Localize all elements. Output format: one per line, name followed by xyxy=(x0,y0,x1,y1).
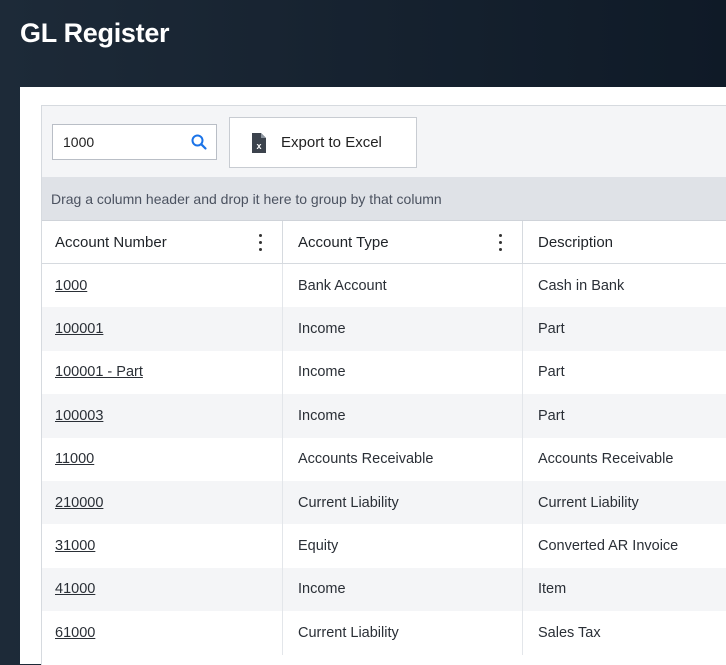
table-row[interactable]: 31000 Equity Converted AR Invoice xyxy=(42,524,726,568)
column-header-label: Description xyxy=(538,234,614,251)
account-number-cell: 100001 xyxy=(42,307,283,351)
table-row[interactable]: 11000 Accounts Receivable Accounts Recei… xyxy=(42,437,726,481)
group-by-hint: Drag a column header and drop it here to… xyxy=(51,190,442,207)
account-number-link[interactable]: 31000 xyxy=(55,538,95,554)
column-header-description[interactable]: Description xyxy=(523,221,726,264)
description-cell: Sales Tax xyxy=(538,624,601,641)
table-row[interactable]: 100001 - Part Income Part xyxy=(42,350,726,395)
column-header-label: Account Number xyxy=(55,234,167,251)
account-type-cell: Equity xyxy=(283,524,523,568)
grid-toolbar: x Export to Excel xyxy=(42,106,726,178)
account-number-cell: 1000 xyxy=(42,264,283,308)
description-cell: Part xyxy=(538,321,565,338)
search-box[interactable] xyxy=(52,124,217,160)
content-area: x Export to Excel Drag a column header a… xyxy=(20,87,726,665)
account-type-cell: Bank Account xyxy=(283,264,523,308)
table-row[interactable]: 1000 Bank Account Cash in Bank xyxy=(42,264,726,308)
account-type-cell: Income xyxy=(283,394,523,438)
column-menu-icon[interactable] xyxy=(258,234,262,251)
account-type-cell: Accounts Receivable xyxy=(283,437,523,481)
account-number-cell: 100003 xyxy=(42,394,283,438)
table-row[interactable]: 100003 Income Part xyxy=(42,394,726,438)
export-to-excel-button[interactable]: x Export to Excel xyxy=(229,117,417,168)
table-header-row: Account Number Account Type Description xyxy=(42,221,726,264)
description-cell: Accounts Receivable xyxy=(538,451,674,468)
account-number-cell: 100001 - Part xyxy=(42,350,283,395)
gl-register-table: Account Number Account Type Description … xyxy=(42,221,726,655)
description-cell: Converted AR Invoice xyxy=(538,538,679,555)
account-number-link[interactable]: 210000 xyxy=(55,495,103,511)
description-cell: Item xyxy=(538,581,567,598)
svg-text:x: x xyxy=(256,141,261,151)
gl-grid-panel: x Export to Excel Drag a column header a… xyxy=(41,105,726,665)
account-type-cell: Income xyxy=(283,567,523,612)
account-number-link[interactable]: 100001 xyxy=(55,321,103,337)
table-row[interactable]: 61000 Current Liability Sales Tax xyxy=(42,611,726,655)
column-header-account-type[interactable]: Account Type xyxy=(283,221,523,264)
description-cell: Part xyxy=(538,407,565,424)
account-type-cell: Income xyxy=(283,307,523,351)
account-number-link[interactable]: 1000 xyxy=(55,278,87,294)
account-number-cell: 31000 xyxy=(42,524,283,568)
table-row[interactable]: 210000 Current Liability Current Liabili… xyxy=(42,480,726,525)
account-number-cell: 210000 xyxy=(42,480,283,525)
account-type-cell: Income xyxy=(283,350,523,395)
description-cell: Part xyxy=(538,364,565,381)
account-number-link[interactable]: 61000 xyxy=(55,625,95,641)
description-cell: Cash in Bank xyxy=(538,277,625,294)
account-type-cell: Current Liability xyxy=(283,611,523,655)
column-menu-icon[interactable] xyxy=(498,234,502,251)
account-number-cell: 41000 xyxy=(42,567,283,612)
description-cell: Current Liability xyxy=(538,494,639,511)
search-input[interactable] xyxy=(63,134,183,150)
account-number-cell: 11000 xyxy=(42,437,283,481)
account-number-link[interactable]: 100003 xyxy=(55,408,103,424)
page-title: GL Register xyxy=(20,18,170,48)
account-number-link[interactable]: 11000 xyxy=(55,451,94,467)
account-number-link[interactable]: 41000 xyxy=(55,581,95,597)
excel-file-icon: x xyxy=(252,132,266,153)
account-number-link[interactable]: 100001 - Part xyxy=(55,364,143,380)
table-row[interactable]: 41000 Income Item xyxy=(42,567,726,612)
account-type-cell: Current Liability xyxy=(283,480,523,525)
column-header-label: Account Type xyxy=(298,234,389,251)
table-row[interactable]: 100001 Income Part xyxy=(42,307,726,351)
column-header-account-number[interactable]: Account Number xyxy=(42,221,283,264)
account-number-cell: 61000 xyxy=(42,611,283,655)
export-button-label: Export to Excel xyxy=(281,134,382,151)
search-icon[interactable] xyxy=(190,133,208,151)
group-by-drop-zone[interactable]: Drag a column header and drop it here to… xyxy=(42,177,726,221)
